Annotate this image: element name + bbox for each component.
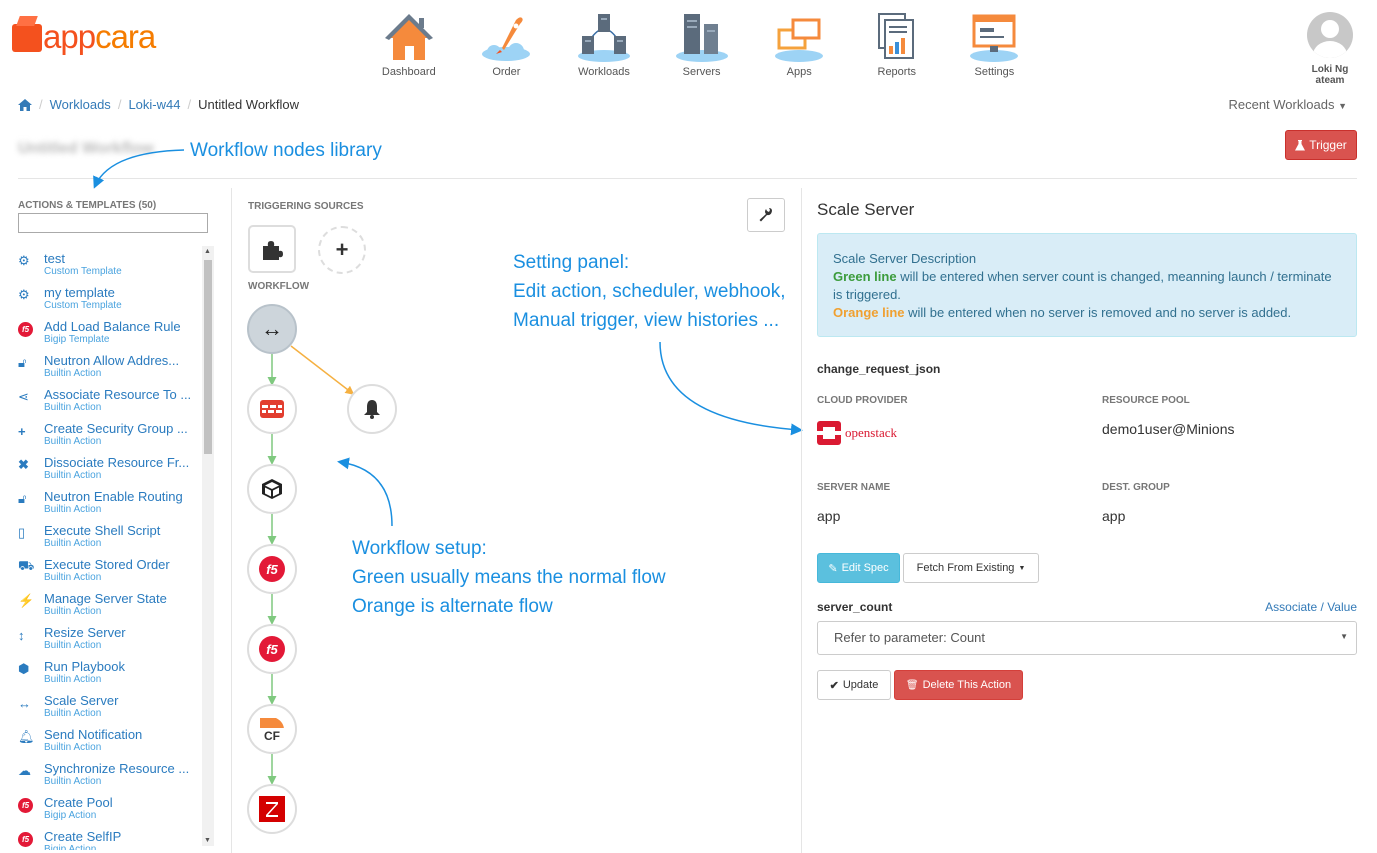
server-count-label: server_count	[817, 600, 893, 614]
server-name-value: app	[817, 508, 841, 524]
action-description: Scale Server Description Green line will…	[817, 233, 1357, 337]
cloudflare-icon: CF	[259, 718, 285, 742]
dest-group-label: DEST. GROUP	[1102, 482, 1170, 493]
workflow-node-cloudflare[interactable]: CF	[247, 704, 297, 754]
select-value: Refer to parameter: Count	[834, 630, 986, 645]
edit-spec-button[interactable]: ✎ Edit Spec	[817, 553, 900, 583]
caret-down-icon: ▼	[1340, 632, 1348, 641]
f5-icon: f5	[259, 636, 285, 662]
workflow-node-box[interactable]	[247, 464, 297, 514]
dest-group-value: app	[1102, 508, 1126, 524]
delete-action-button[interactable]: 🗑︎ Delete This Action	[894, 670, 1023, 700]
associate-value-links: Associate / Value	[1265, 600, 1357, 614]
workflow-node-f5-b[interactable]: f5	[247, 624, 297, 674]
description-title: Scale Server Description	[833, 251, 977, 266]
workflow-node-f5-a[interactable]: f5	[247, 544, 297, 594]
orange-line-text: will be entered when no server is remove…	[904, 305, 1292, 320]
server-name-label: SERVER NAME	[817, 482, 891, 493]
fetch-label: Fetch From Existing	[916, 562, 1015, 574]
description-line: Orange line will be entered when no serv…	[833, 304, 1341, 322]
cloud-provider-value: openstack	[845, 425, 897, 440]
value-link[interactable]: Value	[1327, 600, 1357, 614]
openstack-logo: openstack	[817, 421, 897, 445]
fetch-from-existing-dropdown[interactable]: Fetch From Existing ▼	[903, 553, 1039, 583]
update-button[interactable]: ✔ Update	[817, 670, 891, 700]
cube-icon	[262, 479, 282, 499]
green-line-text: will be entered when server count is cha…	[833, 269, 1332, 302]
setting-panel: Scale Server Scale Server Description Gr…	[817, 195, 1357, 700]
delete-label: Delete This Action	[922, 679, 1012, 691]
firewall-icon	[260, 400, 284, 418]
arrows-h-icon: ↔	[261, 316, 283, 341]
zabbix-icon	[259, 796, 285, 822]
svg-text:CF: CF	[264, 729, 280, 742]
trash-icon: 🗑︎	[905, 679, 919, 691]
bell-icon	[364, 400, 380, 419]
resource-pool-value: demo1user@Minions	[1102, 421, 1235, 437]
green-line-label: Green line	[833, 269, 897, 284]
edit-spec-label: Edit Spec	[841, 562, 889, 574]
check-icon: ✔	[829, 679, 839, 692]
associate-link[interactable]: Associate	[1265, 600, 1317, 614]
cloud-provider-label: CLOUD PROVIDER	[817, 395, 908, 406]
pencil-icon: ✎	[828, 562, 838, 575]
orange-line-label: Orange line	[833, 305, 905, 320]
workflow-node-notification[interactable]	[347, 384, 397, 434]
caret-down-icon: ▼	[1018, 564, 1026, 572]
f5-icon: f5	[259, 556, 285, 582]
update-label: Update	[842, 679, 879, 691]
server-count-select[interactable]: Refer to parameter: Count ▼	[817, 621, 1357, 655]
workflow-node-scale-server[interactable]: ↔	[247, 304, 297, 354]
description-line: Green line will be entered when server c…	[833, 268, 1341, 304]
resource-pool-label: RESOURCE POOL	[1102, 395, 1190, 406]
action-title: Scale Server	[817, 200, 915, 219]
openstack-icon	[817, 421, 841, 445]
workflow-node-firewall[interactable]	[247, 384, 297, 434]
workflow-node-zabbix[interactable]	[247, 784, 297, 834]
change-request-json-label: change_request_json	[817, 362, 941, 376]
